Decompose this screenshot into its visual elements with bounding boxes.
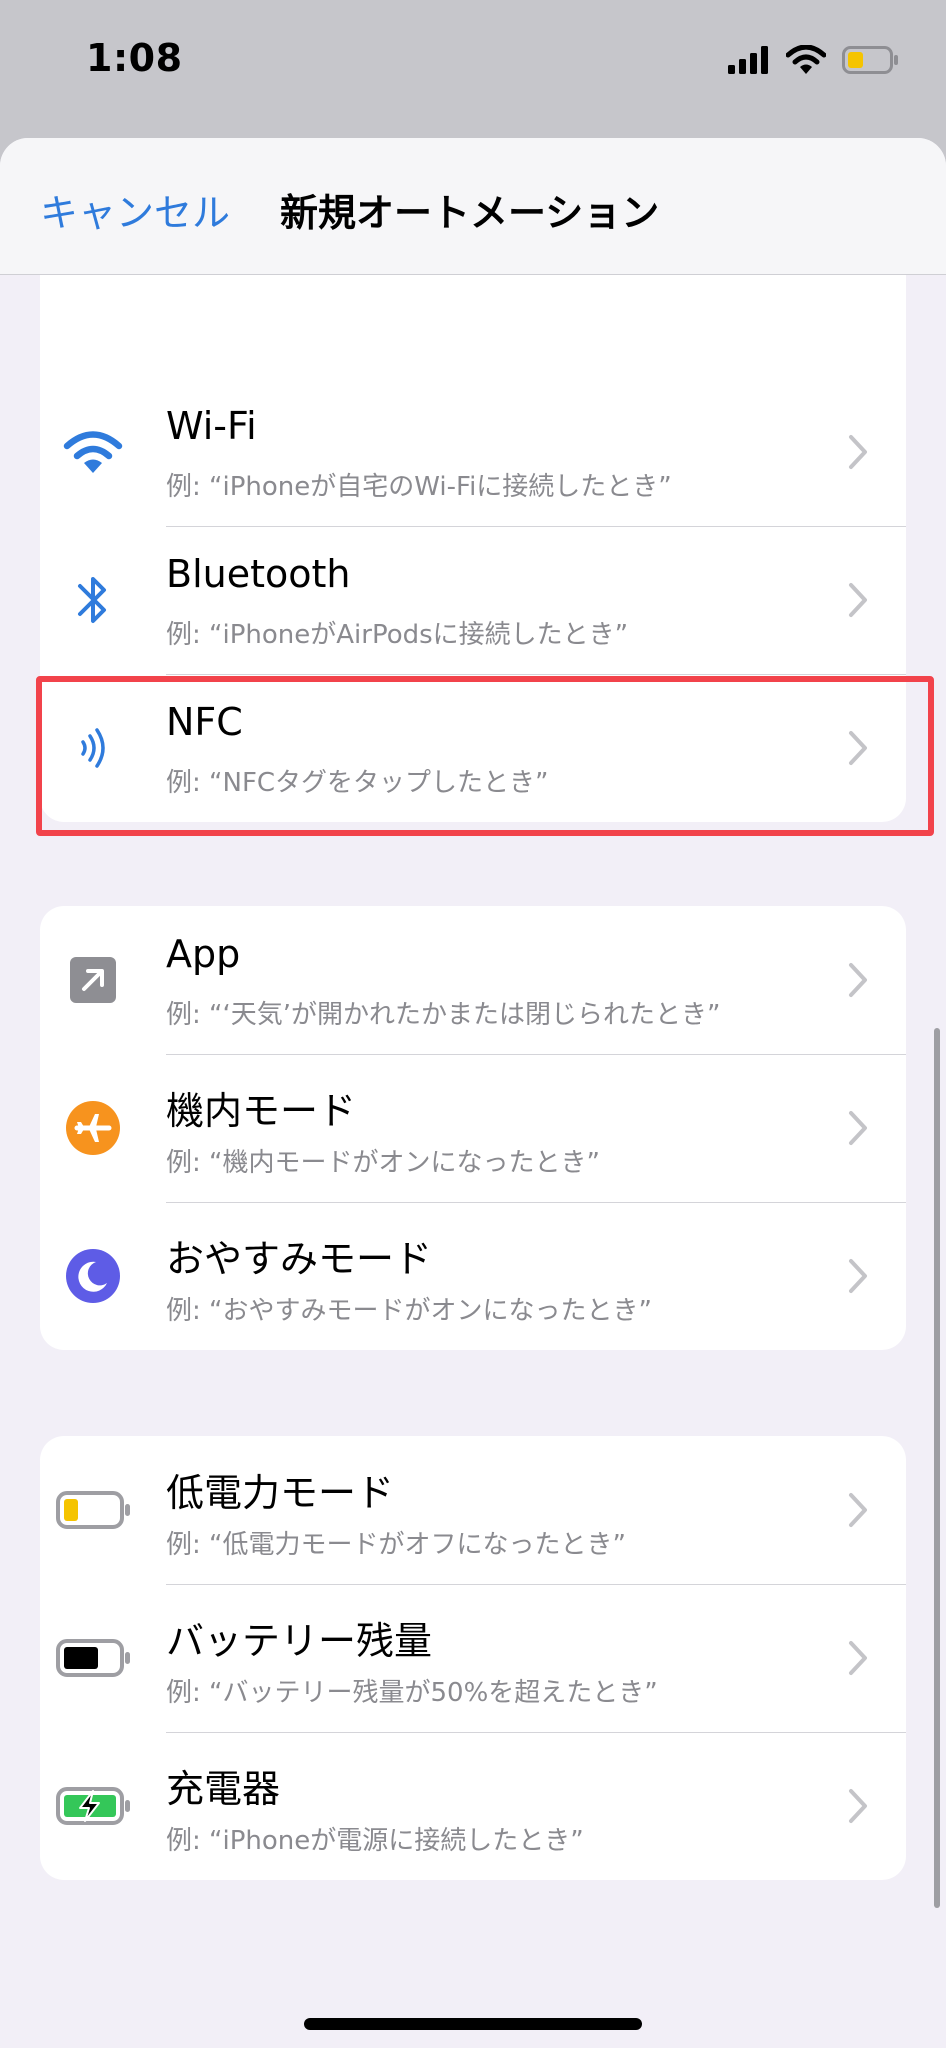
status-time: 1:08 (86, 36, 183, 80)
bluetooth-trigger-row[interactable]: Bluetooth 例: “iPhoneがAirPodsに接続したとき” (40, 526, 906, 674)
chevron-right-icon (849, 583, 867, 617)
status-battery-icon (842, 46, 900, 78)
row-subtitle: 例: “iPhoneが電源に接続したとき” (166, 1826, 584, 1856)
chevron-right-icon (849, 1641, 867, 1675)
navigation-bar: キャンセル 新規オートメーション (0, 138, 946, 275)
chevron-right-icon (849, 1493, 867, 1527)
chevron-right-icon (849, 1259, 867, 1293)
row-title: 機内モード (166, 1089, 357, 1133)
app-trigger-row[interactable]: App 例: “‘天気’が開かれたかまたは閉じられたとき” (40, 906, 906, 1054)
page-title: 新規オートメーション (280, 191, 660, 235)
battery-icon (56, 1625, 132, 1691)
row-title: Wi-Fi (166, 404, 257, 448)
row-subtitle: 例: “おやすみモードがオンになったとき” (166, 1296, 652, 1326)
row-title: App (166, 932, 241, 976)
bluetooth-icon (60, 567, 126, 633)
status-icons (728, 42, 900, 82)
wifi-status-icon (785, 44, 827, 79)
app-and-mode-group: App 例: “‘天気’が開かれたかまたは閉じられたとき” 機内モード 例: “… (40, 906, 906, 1350)
low-power-mode-trigger-row[interactable]: 低電力モード 例: “低電力モードがオフになったとき” (40, 1436, 906, 1584)
row-title: バッテリー残量 (166, 1619, 433, 1663)
nfc-trigger-row[interactable]: NFC 例: “NFCタグをタップしたとき” (40, 674, 906, 822)
nfc-icon (60, 715, 126, 781)
row-subtitle: 例: “バッテリー残量が50%を超えたとき” (166, 1678, 658, 1708)
row-title: おやすみモード (166, 1237, 433, 1281)
status-bar: 1:08 (0, 0, 946, 130)
battery-level-trigger-row[interactable]: バッテリー残量 例: “バッテリー残量が50%を超えたとき” (40, 1584, 906, 1732)
airplane-mode-trigger-row[interactable]: 機内モード 例: “機内モードがオンになったとき” (40, 1054, 906, 1202)
app-icon (60, 947, 126, 1013)
row-title: NFC (166, 700, 243, 744)
chevron-right-icon (849, 1789, 867, 1823)
charging-battery-icon (56, 1773, 132, 1839)
row-title: 充電器 (166, 1767, 281, 1811)
moon-icon (60, 1243, 126, 1309)
row-subtitle: 例: “iPhoneが自宅のWi-Fiに接続したとき” (166, 472, 672, 502)
row-title: 低電力モード (166, 1471, 395, 1515)
row-subtitle: 例: “NFCタグをタップしたとき” (166, 768, 549, 798)
row-subtitle: 例: “機内モードがオンになったとき” (166, 1148, 600, 1178)
do-not-disturb-trigger-row[interactable]: おやすみモード 例: “おやすみモードがオンになったとき” (40, 1202, 906, 1350)
airplane-icon (60, 1095, 126, 1161)
row-subtitle: 例: “低電力モードがオフになったとき” (166, 1530, 626, 1560)
home-indicator[interactable] (304, 2018, 642, 2030)
wifi-icon (60, 419, 126, 485)
charger-trigger-row[interactable]: 充電器 例: “iPhoneが電源に接続したとき” (40, 1732, 906, 1880)
chevron-right-icon (849, 963, 867, 997)
scrollbar[interactable] (934, 1028, 940, 1908)
row-subtitle: 例: “iPhoneがAirPodsに接続したとき” (166, 620, 629, 650)
chevron-right-icon (849, 1111, 867, 1145)
row-title: Bluetooth (166, 552, 351, 596)
connectivity-group: Wi-Fi 例: “iPhoneが自宅のWi-Fiに接続したとき” Blueto… (40, 378, 906, 822)
chevron-right-icon (849, 435, 867, 469)
new-automation-sheet: キャンセル 新規オートメーション Wi-Fi 例: “iPhoneが自宅のWi-… (0, 138, 946, 2048)
chevron-right-icon (849, 731, 867, 765)
cancel-button[interactable]: キャンセル (40, 182, 230, 237)
battery-group: 低電力モード 例: “低電力モードがオフになったとき” バッテリー残量 例: “… (40, 1436, 906, 1880)
wifi-trigger-row[interactable]: Wi-Fi 例: “iPhoneが自宅のWi-Fiに接続したとき” (40, 378, 906, 526)
row-subtitle: 例: “‘天気’が開かれたかまたは閉じられたとき” (166, 1000, 721, 1030)
low-battery-icon (56, 1477, 132, 1543)
cellular-signal-icon (728, 46, 770, 78)
